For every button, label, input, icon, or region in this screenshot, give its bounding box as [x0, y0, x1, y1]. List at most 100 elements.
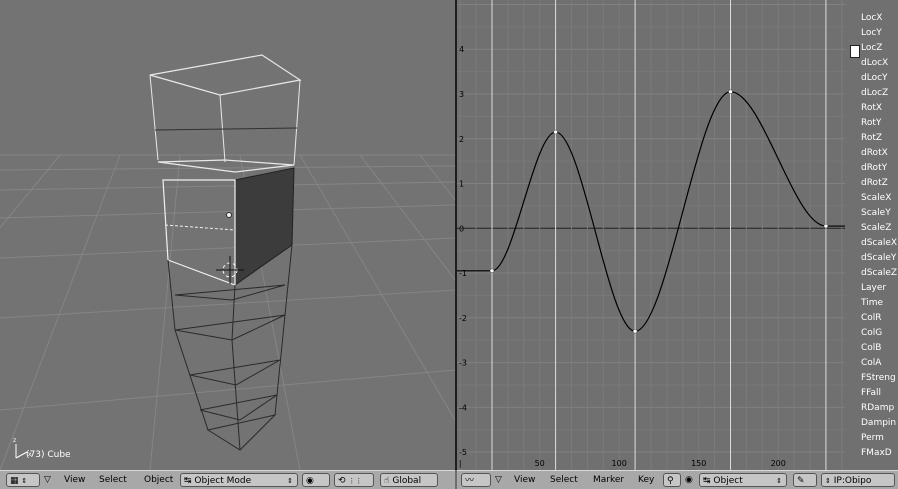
ipo-type-selector[interactable]: ↹ Object ⇕ [699, 473, 787, 487]
select-menu-ipo[interactable]: Select [548, 473, 580, 487]
collapse-triangle-icon[interactable]: ▽ [44, 473, 51, 487]
select-menu[interactable]: Select [97, 473, 129, 487]
channel-dampin[interactable]: Dampin [861, 418, 896, 428]
ipo-header: 〰 ▽ View Select Marker Key ⚲ ◉ ↹ Object … [457, 470, 898, 489]
channel-dlocy[interactable]: dLocY [861, 73, 888, 83]
mode-selector[interactable]: ↹ Object Mode ⇕ [180, 473, 298, 487]
y-tick-label: 2 [459, 135, 464, 144]
pin-icon: ⚲ [667, 476, 674, 486]
viewport-header: ▦ ⇕ ▽ View Select Object ↹ Object Mode ⇕… [0, 470, 455, 489]
channel-ffall[interactable]: FFall [861, 388, 881, 398]
editor-type-menu-ipo[interactable]: 〰 [461, 473, 491, 487]
channel-perm[interactable]: Perm [861, 433, 884, 443]
ipo-block-label: IP:Obipo [833, 476, 872, 486]
x-tick-label: 100 [612, 459, 627, 468]
ipo-curve-icon: 〰 [465, 476, 475, 486]
y-tick-label: -5 [459, 448, 467, 457]
channel-colg[interactable]: ColG [861, 328, 882, 338]
keyframe-point[interactable] [553, 129, 558, 135]
channel-visibility-toggle[interactable] [850, 45, 860, 58]
shading-icon: ◉ [306, 476, 314, 486]
channel-dscalex[interactable]: dScaleX [861, 238, 897, 248]
marker-menu[interactable]: Marker [591, 473, 626, 487]
channel-colb[interactable]: ColB [861, 343, 881, 353]
brush-icon: ✎ [797, 476, 805, 486]
channel-locx[interactable]: LocX [861, 13, 882, 23]
channel-rotx[interactable]: RotX [861, 103, 882, 113]
brush-button[interactable]: ✎ [793, 473, 817, 487]
axis-z-label: z [13, 437, 16, 444]
draw-type-button[interactable]: ◉ [302, 473, 330, 487]
orientation-selector[interactable]: ☝ Global [380, 473, 438, 487]
channel-locz[interactable]: LocZ [861, 43, 882, 53]
updown-arrows-icon: ⇕ [287, 477, 293, 485]
pivot-button[interactable]: ⟲ ⋮⋮ [334, 473, 374, 487]
view-menu-ipo[interactable]: View [512, 473, 537, 487]
object-origin [226, 212, 232, 218]
updown-arrows-icon: ⇕ [825, 477, 831, 485]
channel-scalez[interactable]: ScaleZ [861, 223, 891, 233]
x-tick-origin: | [459, 459, 462, 468]
y-tick-label: 3 [459, 90, 464, 99]
x-tick-label: 150 [691, 459, 706, 468]
channel-rotz[interactable]: RotZ [861, 133, 882, 143]
updown-arrows-icon: ⇕ [776, 477, 782, 485]
x-tick-label: 50 [535, 459, 545, 468]
y-tick-label: -2 [459, 314, 467, 323]
eye-icon[interactable]: ◉ [685, 473, 693, 487]
object-mode-icon: ↹ [184, 476, 192, 486]
y-tick-label: -4 [459, 403, 467, 412]
channel-scaley[interactable]: ScaleY [861, 208, 891, 218]
pivot-icon: ⟲ [338, 476, 346, 486]
channel-scalex[interactable]: ScaleX [861, 193, 891, 203]
y-tick-label: 1 [459, 180, 464, 189]
ipo-curve-editor[interactable]: -5 -4 -3 -2 -1 0 1 2 3 4 50 100 150 200 | LocX LocY LocZ… [457, 0, 898, 470]
channel-roty[interactable]: RotY [861, 118, 881, 128]
channel-colr[interactable]: ColR [861, 313, 882, 323]
key-menu[interactable]: Key [636, 473, 656, 487]
ipo-block-selector[interactable]: ⇕ IP:Obipo [821, 473, 895, 487]
y-tick-label: -3 [459, 359, 467, 368]
viewport-scene: z x [0, 54, 455, 470]
channel-list: LocX LocY LocZ dLocX dLocY dLocZ RotX RotY RotZ d… [845, 0, 898, 470]
x-tick-label: 200 [771, 459, 786, 468]
channel-fmaxd[interactable]: FMaxD [861, 448, 892, 458]
view-menu[interactable]: View [62, 473, 87, 487]
channel-cola[interactable]: ColA [861, 358, 881, 368]
snap-icon: ⋮⋮ [348, 477, 363, 485]
channel-time[interactable]: Time [861, 298, 883, 308]
editor-type-menu[interactable]: ▦ ⇕ [6, 473, 40, 487]
grid-icon: ▦ [10, 476, 19, 486]
keyframe-point[interactable] [823, 223, 829, 229]
channel-locy[interactable]: LocY [861, 28, 882, 38]
channel-rdamp[interactable]: RDamp [861, 403, 894, 413]
channel-dscaley[interactable]: dScaleY [861, 253, 896, 263]
ipo-graph[interactable]: -5-4-3-2-10123450 100 150 200| [457, 0, 845, 470]
3d-viewport[interactable]: z x (73) Cube [0, 0, 455, 470]
keyframe-point[interactable] [632, 328, 638, 334]
cube-wireframe [149, 54, 302, 451]
hand-icon: ☝ [384, 476, 390, 486]
keyframe-point[interactable] [489, 268, 495, 274]
updown-arrows-icon: ⇕ [21, 477, 28, 485]
channel-droty[interactable]: dRotY [861, 163, 887, 173]
channel-dscalez[interactable]: dScaleZ [861, 268, 897, 278]
channel-dlocx[interactable]: dLocX [861, 58, 888, 68]
channel-drotz[interactable]: dRotZ [861, 178, 888, 188]
collapse-triangle-icon[interactable]: ▽ [495, 473, 502, 487]
orientation-label: Global [392, 476, 422, 486]
channel-dlocz[interactable]: dLocZ [861, 88, 888, 98]
y-tick-label: 0 [459, 224, 464, 233]
frame-object-label: (73) Cube [26, 450, 71, 460]
keyframe-point[interactable] [728, 89, 733, 95]
channel-layer[interactable]: Layer [861, 283, 886, 293]
mode-label: Object Mode [194, 476, 252, 486]
channel-drotx[interactable]: dRotX [861, 148, 888, 158]
ipo-type-label: Object [713, 476, 743, 486]
channel-fstreng[interactable]: FStreng [861, 373, 896, 383]
object-type-icon: ↹ [703, 476, 711, 486]
object-menu[interactable]: Object [142, 473, 175, 487]
y-tick-label: 4 [459, 45, 464, 54]
floor-grid [0, 154, 455, 470]
pin-button[interactable]: ⚲ [663, 473, 681, 487]
